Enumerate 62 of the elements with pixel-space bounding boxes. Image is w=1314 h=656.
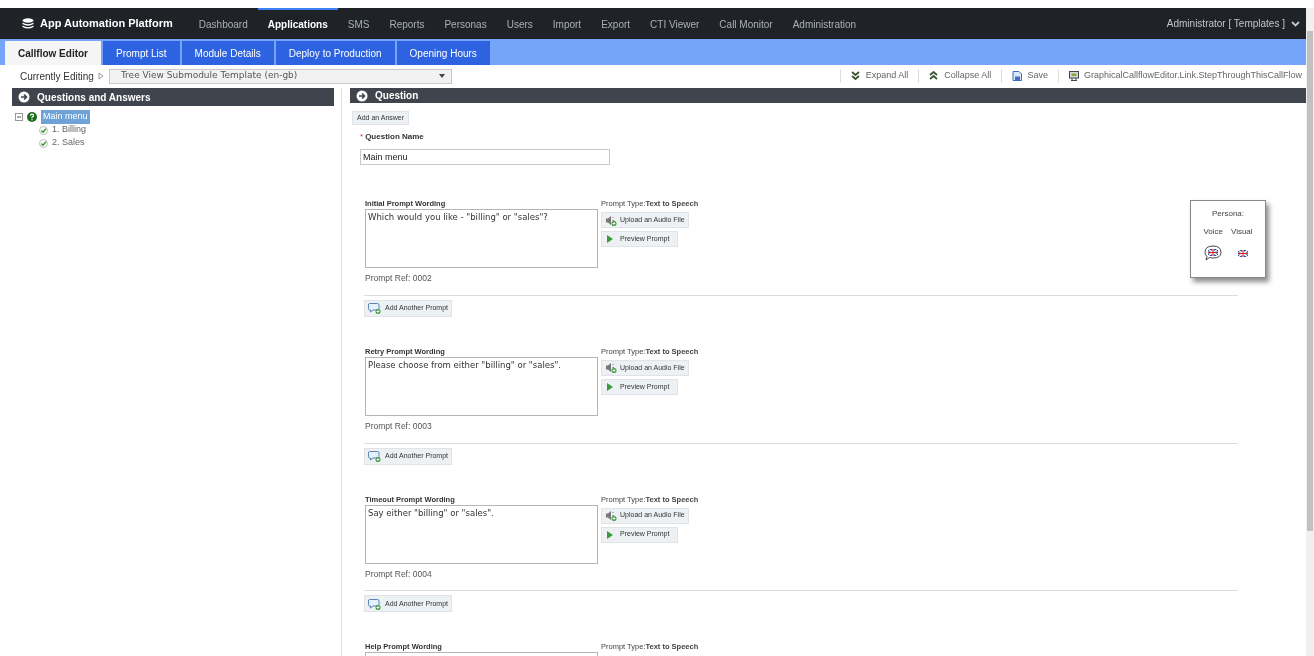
- speaker-add-icon: [605, 214, 617, 226]
- play-icon: [607, 382, 613, 391]
- monitor-icon: [1068, 71, 1079, 81]
- panel-header: Question: [350, 88, 1306, 103]
- caret-right-icon: [97, 72, 104, 80]
- prompt-text-area[interactable]: Please choose from either "billing" or "sales".: [365, 356, 598, 416]
- question-name-field[interactable]: Main menu: [360, 149, 610, 165]
- tree-node[interactable]: 2. Sales: [52, 136, 85, 150]
- nav-link[interactable]: Import: [542, 8, 592, 39]
- tab[interactable]: Deploy to Production: [275, 41, 395, 65]
- speech-bubble-flag-icon: [1204, 245, 1222, 261]
- brand-name: App Automation Platform: [40, 16, 173, 32]
- prompt-ref-text: Prompt Ref: 0003: [365, 419, 433, 433]
- nav-link[interactable]: Call Monitor: [709, 8, 783, 39]
- speech-bubble-add-icon: [368, 597, 381, 610]
- speech-bubble-add-icon: [368, 450, 381, 462]
- tab[interactable]: Prompt List: [103, 41, 180, 65]
- field-label: Question Name: [365, 131, 424, 143]
- help-circle-icon: [27, 111, 37, 122]
- caret-down-icon: [438, 74, 445, 78]
- tab[interactable]: Opening Hours: [396, 41, 490, 65]
- nav-link[interactable]: CTI Viewer: [640, 8, 710, 39]
- panel-header: Questions and Answers: [12, 88, 334, 106]
- template-dropdown[interactable]: Tree View Submodule Template (en-gb): [108, 68, 452, 84]
- prompt-ref-text: Prompt Ref: 0002: [365, 272, 433, 285]
- arrow-right-circle-icon: [18, 91, 30, 103]
- save-icon: [1012, 71, 1023, 81]
- user-menu[interactable]: Administrator [ Templates ]: [1166, 16, 1300, 31]
- toolbar-button[interactable]: Save: [1012, 69, 1048, 83]
- arrow-right-circle-icon: [356, 89, 368, 102]
- tab[interactable]: Callflow Editor: [5, 41, 101, 65]
- speaker-add-icon: [605, 362, 617, 374]
- database-icon: [22, 18, 34, 29]
- prompt-ref-text: Prompt Ref: 0004: [365, 567, 433, 581]
- persona-column-label: Visual: [1230, 226, 1253, 238]
- persona-column-label: Voice: [1203, 226, 1223, 238]
- required-mark: *: [360, 131, 364, 143]
- nav-link[interactable]: Reports: [379, 8, 435, 39]
- persona-title: Persona:: [1212, 208, 1244, 220]
- play-icon: [607, 530, 613, 539]
- toolbar-button[interactable]: Expand All: [850, 69, 909, 83]
- chevrons-down-icon: [850, 71, 861, 81]
- nav-link[interactable]: Personas: [434, 8, 497, 39]
- speech-bubble-add-icon: [368, 302, 381, 315]
- nav-link[interactable]: Export: [591, 8, 641, 39]
- tree-node[interactable]: 1. Billing: [52, 123, 87, 137]
- editing-label: Currently Editing: [20, 69, 94, 84]
- nav-link[interactable]: Dashboard: [188, 8, 258, 39]
- prompt-text-area[interactable]: Say either "billing" or "sales".: [365, 504, 598, 564]
- scrollbar-thumb[interactable]: [1307, 31, 1313, 531]
- toolbar-button[interactable]: GraphicalCallflowEditor.Link.StepThroughThisCallFlow: [1068, 69, 1302, 83]
- chevrons-up-icon: [929, 71, 940, 81]
- flag-icon: [1238, 249, 1248, 257]
- nav-link[interactable]: Administration: [782, 8, 867, 39]
- tab[interactable]: Module Details: [181, 41, 274, 65]
- nav-link[interactable]: SMS: [337, 8, 380, 39]
- prompt-text-area[interactable]: Which would you like - "billing" or "sales"?: [365, 209, 598, 268]
- speaker-add-icon: [605, 510, 617, 521]
- toolbar-button[interactable]: Collapse All: [929, 69, 992, 83]
- chevron-down-icon: [1291, 20, 1300, 27]
- play-icon: [607, 235, 613, 243]
- nav-link[interactable]: Users: [496, 8, 543, 39]
